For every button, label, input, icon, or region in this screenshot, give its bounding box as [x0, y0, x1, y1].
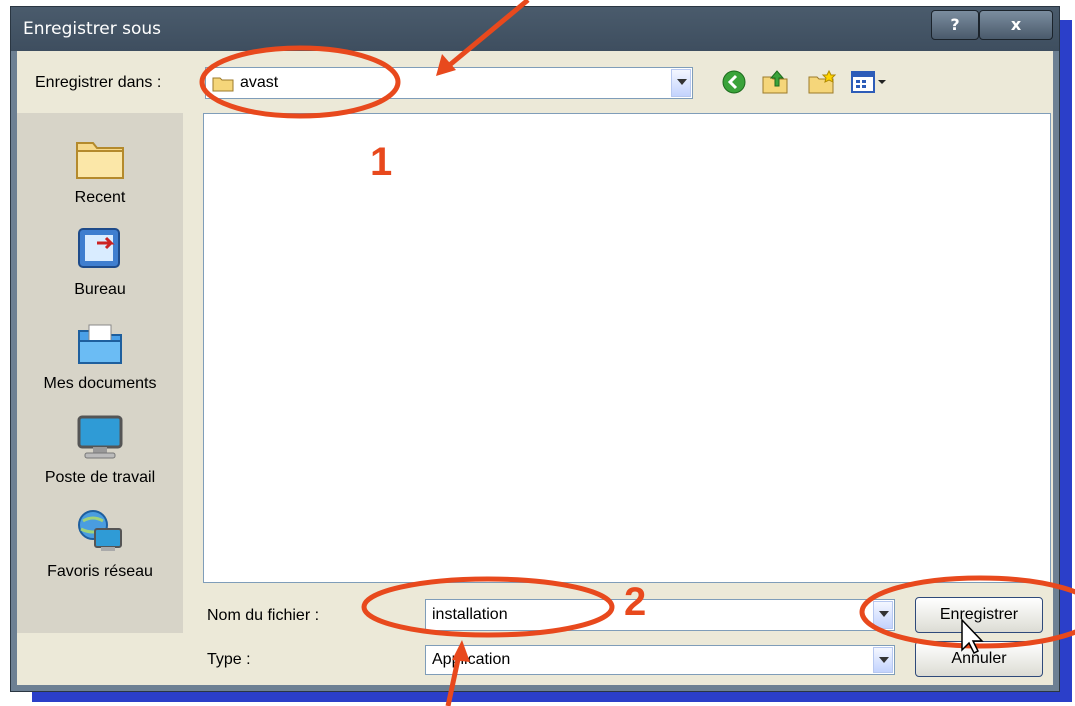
- my-computer-icon: [73, 415, 127, 465]
- desktop-icon: [73, 228, 127, 277]
- place-label: Bureau: [74, 281, 126, 298]
- place-label: Favoris réseau: [47, 563, 153, 580]
- filename-input[interactable]: installation: [425, 599, 895, 631]
- save-button[interactable]: Enregistrer: [915, 597, 1043, 633]
- chevron-down-icon[interactable]: [873, 647, 893, 673]
- filetype-label: Type :: [207, 651, 251, 668]
- dialog-body: Enregistrer dans : avast Recent Bureau M…: [17, 51, 1053, 685]
- folder-icon: [212, 75, 234, 96]
- place-desktop[interactable]: Bureau: [17, 225, 183, 299]
- back-icon[interactable]: [721, 69, 747, 99]
- place-my-documents[interactable]: Mes documents: [17, 319, 183, 393]
- dialog-title: Enregistrer sous: [23, 19, 161, 39]
- network-places-icon: [73, 510, 127, 559]
- help-button[interactable]: ?: [931, 10, 979, 40]
- my-documents-icon: [73, 324, 127, 371]
- save-as-dialog: Enregistrer sous ? x Enregistrer dans : …: [10, 6, 1060, 692]
- filetype-value: Application: [432, 651, 511, 668]
- view-menu-icon[interactable]: [851, 71, 891, 97]
- recent-folder-icon: [73, 142, 127, 185]
- place-label: Poste de travail: [44, 469, 156, 486]
- annotation-number-2: 2: [624, 580, 647, 624]
- save-in-label: Enregistrer dans :: [35, 74, 162, 91]
- new-folder-icon[interactable]: [807, 69, 837, 99]
- save-in-combo[interactable]: avast: [205, 67, 693, 99]
- place-network[interactable]: Favoris réseau: [17, 507, 183, 581]
- chevron-down-icon[interactable]: [873, 601, 893, 629]
- file-list[interactable]: [203, 113, 1051, 583]
- place-label: Recent: [74, 189, 126, 206]
- current-folder-name: avast: [240, 74, 279, 91]
- filetype-select[interactable]: Application: [425, 645, 895, 675]
- up-folder-icon[interactable]: [761, 67, 791, 99]
- close-button[interactable]: x: [979, 10, 1053, 40]
- filename-label: Nom du fichier :: [207, 607, 320, 624]
- title-bar: Enregistrer sous ? x: [11, 7, 1059, 51]
- cancel-button[interactable]: Annuler: [915, 641, 1043, 677]
- chevron-down-icon[interactable]: [671, 69, 691, 97]
- filename-value: installation: [432, 606, 508, 623]
- place-my-computer[interactable]: Poste de travail: [17, 413, 183, 487]
- annotation-number-1: 1: [370, 140, 393, 184]
- places-bar: Recent Bureau Mes documents Poste de tra…: [17, 113, 183, 633]
- place-label: Mes documents: [43, 375, 157, 392]
- place-recent[interactable]: Recent: [17, 133, 183, 207]
